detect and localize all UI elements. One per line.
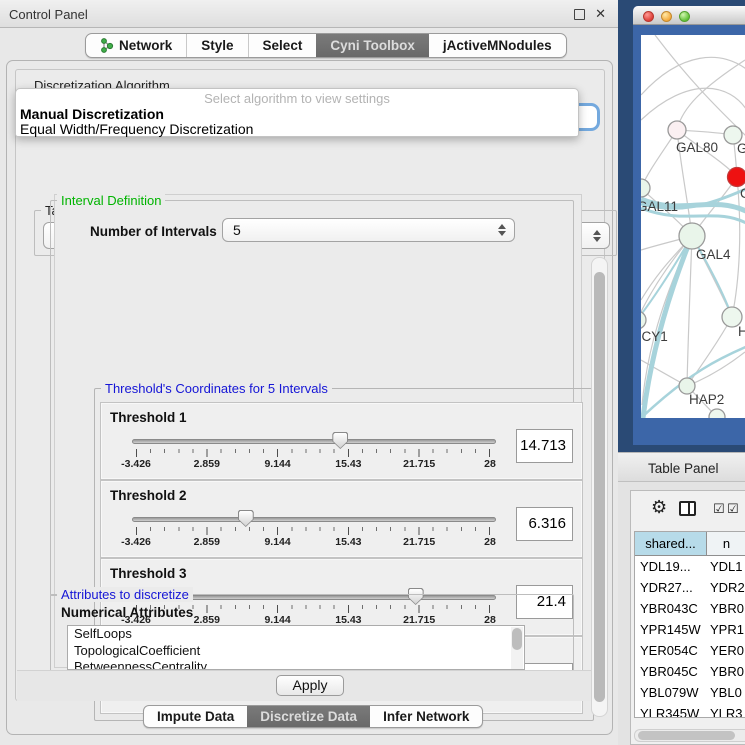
attributes-group-label: Attributes to discretize	[57, 587, 193, 602]
network-nodes	[641, 121, 745, 418]
table-panel-title: Table Panel	[648, 461, 719, 476]
minimize-traffic-icon[interactable]	[661, 11, 672, 22]
slider-thumb[interactable]	[332, 432, 348, 449]
bottom-tab-bar: Impute Data Discretize Data Infer Networ…	[143, 705, 483, 728]
split-columns-icon[interactable]	[679, 501, 696, 516]
float-window-icon[interactable]	[574, 9, 585, 20]
tab-jactivemnodules[interactable]: jActiveMNodules	[429, 34, 566, 57]
zoom-traffic-icon[interactable]	[679, 11, 690, 22]
cyni-outer-panel: Discretization Algorithm Table Data galF…	[6, 60, 613, 735]
column-header-name[interactable]: n	[707, 532, 745, 555]
network-view-window: GAL80 GA C GAL11 GAL4 GCY1 H HAP2	[633, 6, 745, 445]
interval-definition-group: Interval Definition Number of Intervals …	[50, 200, 574, 596]
tab-select[interactable]: Select	[248, 34, 317, 57]
threshold-2-slider[interactable]: -3.426 2.859 9.144 15.43 21.715 28	[136, 481, 490, 559]
node-label: GA	[737, 141, 745, 156]
table-row[interactable]: YER054C YER0	[635, 640, 745, 661]
threshold-1-box: Threshold 1 -3.426 2.859 9.144 15.43 21.…	[100, 402, 583, 480]
right-region: GAL80 GA C GAL11 GAL4 GCY1 H HAP2 Table …	[618, 0, 745, 745]
table-horizontal-scrollbar[interactable]	[634, 729, 745, 742]
menu-item-equal-width-frequency[interactable]: Equal Width/Frequency Discretization	[20, 121, 253, 137]
list-scrollbar[interactable]	[511, 627, 523, 670]
table-panel-window: ⚙ ☑ ☑ shared... n YDL19... YDL1 YDR27...…	[630, 490, 745, 745]
algorithm-placeholder: Select algorithm to view settings	[16, 91, 578, 106]
node-label: H	[738, 324, 745, 339]
tab-network-label: Network	[119, 38, 172, 53]
list-item[interactable]: BetweennessCentrality	[68, 659, 524, 670]
column-header-shared[interactable]: shared...	[635, 532, 707, 555]
algorithm-dropdown-popup: Select algorithm to view settings Manual…	[15, 88, 579, 137]
threshold-2-value-field[interactable]: 6.316	[516, 507, 573, 541]
node-label: GAL4	[696, 247, 731, 262]
list-item[interactable]: TopologicalCoefficient	[68, 643, 524, 660]
threshold-2-box: Threshold 2 -3.426 2.859 9.144 15.43 21.…	[100, 480, 583, 558]
list-item[interactable]: SelfLoops	[68, 626, 524, 643]
network-icon	[100, 38, 114, 53]
slider-track	[132, 517, 496, 522]
slider-ticks	[136, 449, 491, 457]
node-attribute-table: shared... n YDL19... YDL1 YDR27... YDR2 …	[634, 531, 745, 718]
top-tab-bar: Network Style Select Cyni Toolbox jActiv…	[85, 33, 567, 58]
close-icon[interactable]: ✕	[595, 7, 606, 20]
checkbox-icon[interactable]: ☑	[727, 502, 739, 515]
node-red-selected[interactable]	[728, 168, 745, 187]
app: Control Panel ✕ Network Style Sel	[0, 0, 745, 745]
table-row[interactable]: YLR345W YLR3	[635, 703, 745, 718]
apply-button[interactable]: Apply	[276, 675, 344, 696]
table-header-row: shared... n	[635, 532, 745, 556]
discretization-panel: Discretization Algorithm Table Data galF…	[15, 69, 605, 701]
table-horizontal-scrollbar-thumb[interactable]	[638, 731, 735, 740]
combo-stepper-icon	[498, 224, 506, 236]
node-gcy1[interactable]	[641, 311, 646, 329]
threshold-1-slider[interactable]: -3.426 2.859 9.144 15.43 21.715 28	[136, 403, 490, 481]
tab-style[interactable]: Style	[186, 34, 247, 57]
node-label: GAL80	[676, 140, 718, 155]
checkbox-icon[interactable]: ☑	[713, 502, 725, 515]
table-row[interactable]: YDL19... YDL1	[635, 556, 745, 577]
settings-scrollbar[interactable]	[591, 257, 608, 717]
close-traffic-icon[interactable]	[643, 11, 654, 22]
table-row[interactable]: YBL079W YBL0	[635, 682, 745, 703]
table-panel-header: Table Panel	[618, 452, 745, 482]
node-label: GCY1	[641, 329, 668, 344]
network-canvas[interactable]: GAL80 GA C GAL11 GAL4 GCY1 H HAP2	[641, 35, 745, 418]
node-label: GAL11	[641, 199, 678, 214]
threshold-1-value-field[interactable]: 14.713	[516, 429, 573, 463]
settings-scrollbar-thumb[interactable]	[594, 272, 605, 702]
control-panel-titlebar: Control Panel ✕	[0, 0, 618, 28]
apply-strip: Apply	[17, 670, 603, 701]
tab-network[interactable]: Network	[86, 34, 186, 57]
node-label: HAP2	[689, 392, 724, 407]
combo-stepper-icon	[593, 230, 601, 242]
number-of-intervals-combobox[interactable]: 5	[222, 218, 515, 242]
numerical-attributes-list[interactable]: SelfLoops TopologicalCoefficient Between…	[67, 625, 525, 670]
number-of-intervals-value: 5	[233, 222, 241, 238]
table-toolbar: ⚙ ☑ ☑	[631, 491, 745, 527]
tab-cyni-toolbox[interactable]: Cyni Toolbox	[316, 34, 429, 57]
table-row[interactable]: YBR045C YBR0	[635, 661, 745, 682]
thresholds-group-label: Threshold's Coordinates for 5 Intervals	[101, 381, 332, 396]
network-window-titlebar	[633, 6, 745, 25]
table-row[interactable]: YDR27... YDR2	[635, 577, 745, 598]
table-row[interactable]: YBR043C YBR0	[635, 598, 745, 619]
node-partial[interactable]	[709, 409, 725, 418]
tab-infer-network[interactable]: Infer Network	[370, 706, 482, 727]
number-of-intervals-label: Number of Intervals	[90, 224, 217, 239]
interval-definition-label: Interval Definition	[57, 193, 165, 208]
table-row[interactable]: YPR145W YPR1	[635, 619, 745, 640]
attributes-group: Attributes to discretize Numerical Attri…	[50, 594, 574, 678]
numerical-attributes-label: Numerical Attributes	[61, 605, 193, 620]
node-label: C	[740, 186, 745, 201]
gear-icon[interactable]: ⚙	[651, 498, 667, 516]
tab-impute-data[interactable]: Impute Data	[144, 706, 247, 727]
slider-track	[132, 439, 496, 444]
slider-thumb[interactable]	[238, 510, 254, 527]
node-gal4[interactable]	[679, 223, 705, 249]
slider-ticks	[136, 527, 491, 535]
tab-discretize-data[interactable]: Discretize Data	[247, 706, 370, 727]
node-gal80[interactable]	[668, 121, 686, 139]
panel-title: Control Panel	[9, 7, 88, 22]
list-scrollbar-thumb[interactable]	[512, 628, 522, 650]
menu-item-manual-discretization[interactable]: Manual Discretization	[20, 106, 164, 122]
